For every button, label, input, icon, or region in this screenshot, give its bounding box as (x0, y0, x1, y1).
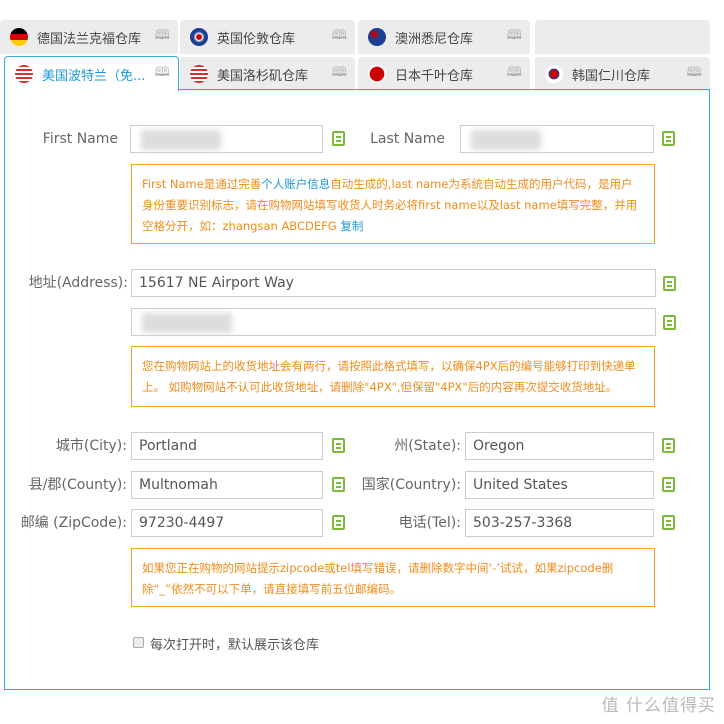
tab-label: 美国波特兰（免... (42, 68, 146, 84)
copy-icon[interactable] (662, 477, 675, 492)
tab-empty (535, 20, 710, 54)
county-input[interactable]: Multnomah (131, 471, 323, 499)
last-name-label: Last Name (370, 131, 445, 147)
copy-icon[interactable] (663, 315, 676, 330)
tab-label: 德国法兰克福仓库 (37, 31, 142, 47)
address-line2-input[interactable] (131, 308, 656, 336)
first-name-input[interactable] (130, 125, 323, 153)
first-name-label: First Name (42, 131, 118, 147)
zip-label: 邮编 (ZipCode): (20, 515, 127, 531)
redacted-value (142, 313, 232, 333)
account-info-link[interactable]: 个人账户信息 (261, 177, 330, 191)
book-icon[interactable]: 🕮 (332, 26, 347, 48)
redacted-value (141, 130, 221, 150)
address-line1-input[interactable]: 15617 NE Airport Way (131, 269, 656, 297)
city-input[interactable]: Portland (131, 432, 323, 460)
book-icon[interactable]: 🕮 (507, 26, 522, 48)
book-icon[interactable]: 🕮 (687, 63, 702, 85)
state-label: 州(State): (394, 438, 461, 454)
tab-label: 日本千叶仓库 (395, 68, 474, 84)
country-input[interactable]: United States (465, 471, 654, 499)
tab-label: 澳洲悉尼仓库 (395, 31, 474, 47)
book-icon[interactable]: 🕮 (507, 63, 522, 85)
usa-flag-icon (190, 65, 208, 83)
address-note: 您在购物网站上的收货地址会有两行，请按照此格式填写，以确保4PX后的编号能够打印… (131, 346, 655, 407)
book-icon[interactable]: 🕮 (155, 63, 170, 85)
tel-input[interactable]: 503-257-3368 (465, 509, 654, 537)
copy-link[interactable]: 复制 (340, 219, 363, 233)
copy-icon[interactable] (663, 276, 676, 291)
copy-icon[interactable] (662, 438, 675, 453)
japan-flag-icon (368, 65, 386, 83)
zip-note: 如果您正在购物的网站提示zipcode或tel填写错误，请删除数字中间‘-’试试… (131, 548, 655, 607)
city-label: 城市(City): (55, 438, 127, 454)
state-input[interactable]: Oregon (465, 432, 654, 460)
book-icon[interactable]: 🕮 (332, 63, 347, 85)
tab-label: 韩国仁川仓库 (572, 68, 651, 84)
address-label: 地址(Address): (28, 275, 128, 291)
germany-flag-icon (10, 28, 28, 46)
uk-flag-icon (190, 28, 208, 46)
tab-label: 英国伦敦仓库 (217, 31, 296, 47)
redacted-value (471, 130, 541, 150)
tel-label: 电话(Tel): (398, 515, 461, 531)
tab-australia-sydney[interactable]: 澳洲悉尼仓库 🕮 (358, 20, 530, 54)
tab-label: 美国洛杉矶仓库 (217, 68, 309, 84)
tab-korea-incheon[interactable]: 韩国仁川仓库 🕮 (535, 57, 710, 91)
country-label: 国家(Country): (361, 477, 461, 493)
last-name-input[interactable] (460, 125, 654, 153)
copy-icon[interactable] (662, 515, 675, 530)
tab-uk-london[interactable]: 英国伦敦仓库 🕮 (180, 20, 355, 54)
note-text: First Name是通过完善 (142, 177, 262, 191)
book-icon[interactable]: 🕮 (155, 26, 170, 48)
australia-flag-icon (368, 28, 386, 46)
watermark-logo: 值 什么值得买 (601, 696, 716, 716)
tab-japan-chiba[interactable]: 日本千叶仓库 🕮 (358, 57, 530, 91)
tab-germany-frankfurt[interactable]: 德国法兰克福仓库 🕮 (0, 20, 178, 54)
county-label: 县/郡(County): (28, 477, 127, 493)
default-warehouse-checkbox[interactable] (133, 637, 144, 648)
usa-flag-icon (15, 65, 33, 83)
tab-usa-portland[interactable]: 美国波特兰（免... 🕮 (4, 56, 179, 91)
zip-input[interactable]: 97230-4497 (131, 509, 323, 537)
copy-icon[interactable] (332, 131, 345, 146)
default-warehouse-label: 每次打开时，默认展示该仓库 (150, 638, 320, 653)
korea-flag-icon (545, 65, 563, 83)
tab-usa-los-angeles[interactable]: 美国洛杉矶仓库 🕮 (180, 57, 355, 91)
copy-icon[interactable] (662, 131, 675, 146)
name-note: First Name是通过完善个人账户信息自动生成的,last name为系统自… (131, 164, 655, 244)
